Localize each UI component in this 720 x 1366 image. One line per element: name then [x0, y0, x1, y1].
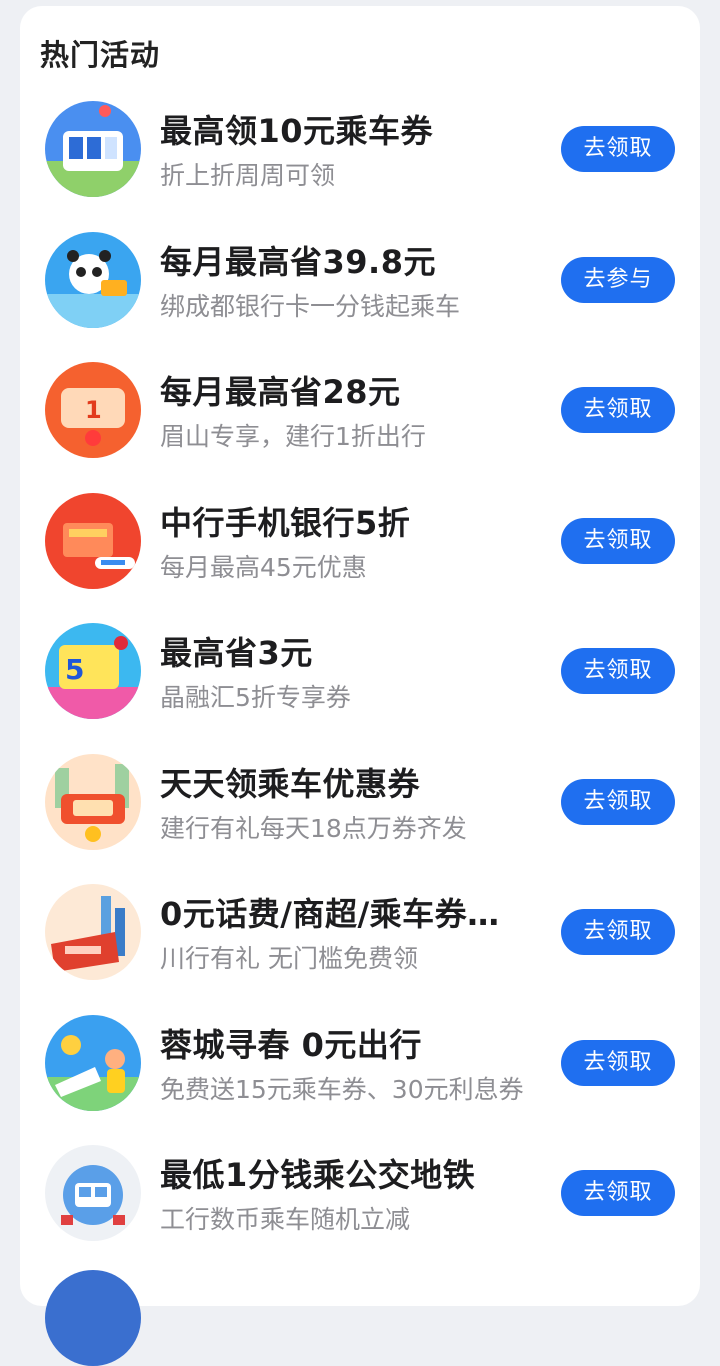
bus-coupon-icon	[45, 101, 141, 197]
panda-card-icon	[45, 231, 141, 328]
five-discount-icon: 5	[45, 623, 141, 719]
activity-title: 最高领10元乘车券	[160, 112, 434, 150]
city-train-icon	[45, 884, 141, 980]
join-button[interactable]: 去参与	[561, 256, 675, 303]
activity-title: 最高省3元	[160, 634, 313, 672]
activity-subtitle: 晶融汇5折专享券	[160, 683, 351, 712]
svg-text:5: 5	[65, 653, 84, 686]
activity-item[interactable]: 1 每月最高省28元 眉山专享，建行1折出行 去领取	[20, 351, 700, 482]
activity-item[interactable]: 最高领10元乘车券 折上折周周可领 去领取	[20, 90, 700, 221]
activity-subtitle: 建行有礼每天18点万券齐发	[160, 813, 467, 843]
activity-title: 最低1分钱乘公交地铁	[160, 1156, 476, 1194]
activity-item[interactable]: 天天领乘车优惠券 建行有礼每天18点万券齐发 去领取	[20, 743, 700, 874]
activity-item[interactable]: 蓉城寻春 0元出行 免费送15元乘车券、30元利息券 去领取	[20, 1004, 700, 1135]
activity-subtitle: 折上折周周可领	[160, 161, 336, 190]
svg-text:1: 1	[85, 396, 102, 424]
metro-icon	[45, 1145, 141, 1241]
activity-title: 蓉城寻春 0元出行	[160, 1025, 422, 1064]
activity-subtitle: 绑成都银行卡一分钱起乘车	[160, 291, 461, 321]
activity-subtitle: 工行数币乘车随机立减	[160, 1205, 411, 1234]
claim-button[interactable]: 去领取	[561, 387, 675, 433]
gift-train-icon	[45, 492, 141, 589]
claim-button[interactable]: 去领取	[561, 517, 675, 564]
activity-item[interactable]: 0元话费/商超/乘车券免费领 川行有礼 无门槛免费领 去领取	[20, 873, 700, 1004]
hot-activities-card: 热门活动 最高领10元乘车券 折上折周周可领 去领取 每月最高省39.8元 绑成…	[20, 6, 700, 1306]
spring-travel-icon	[45, 1014, 141, 1111]
activity-item[interactable]: 5 最高省3元 晶融汇5折专享券 去领取	[20, 612, 700, 743]
activity-item[interactable]: 最低1分钱乘公交地铁 工行数币乘车随机立减 去领取	[20, 1134, 700, 1265]
activity-title: 0元话费/商超/乘车券免费领	[160, 895, 530, 933]
activity-subtitle: 免费送15元乘车券、30元利息券	[160, 1074, 524, 1104]
claim-button[interactable]: 去领取	[561, 909, 675, 955]
activity-subtitle: 眉山专享，建行1折出行	[160, 422, 426, 451]
claim-button[interactable]: 去领取	[561, 778, 675, 825]
activity-item[interactable]: 每月最高省39.8元 绑成都银行卡一分钱起乘车 去参与	[20, 221, 700, 352]
activity-list: 最高领10元乘车券 折上折周周可领 去领取 每月最高省39.8元 绑成都银行卡一	[20, 90, 700, 1265]
claim-button[interactable]: 去领取	[561, 648, 675, 694]
activity-title: 中行手机银行5折	[160, 503, 411, 542]
claim-button[interactable]: 去领取	[561, 126, 675, 172]
activity-subtitle: 川行有礼 无门槛免费领	[160, 944, 418, 973]
activity-subtitle: 每月最高45元优惠	[160, 552, 367, 582]
claim-button[interactable]: 去领取	[561, 1039, 675, 1086]
section-title: 热门活动	[40, 38, 161, 72]
activity-title: 每月最高省39.8元	[160, 242, 436, 281]
ticket-discount-icon: 1	[45, 362, 141, 458]
activity-item[interactable]: 中行手机银行5折 每月最高45元优惠 去领取	[20, 482, 700, 613]
next-activity-thumb	[45, 1270, 141, 1366]
city-coupon-icon	[45, 753, 141, 850]
activity-title: 每月最高省28元	[160, 373, 401, 411]
claim-button[interactable]: 去领取	[561, 1170, 675, 1216]
activity-title: 天天领乘车优惠券	[160, 764, 421, 803]
